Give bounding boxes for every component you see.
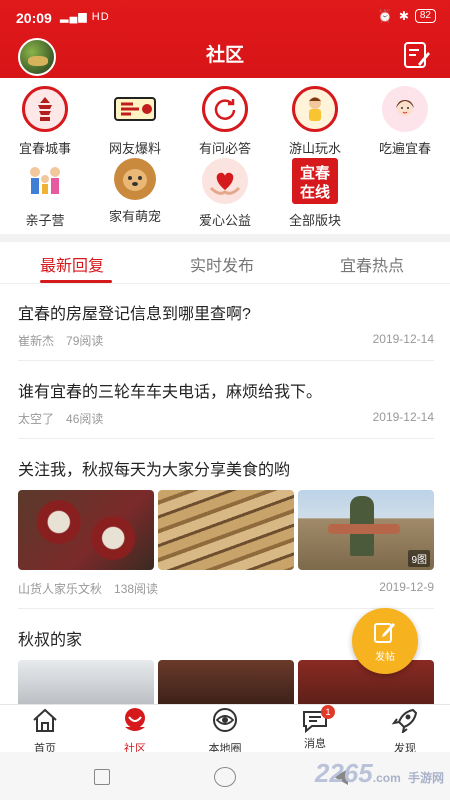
nav-messages[interactable]: 1 消息	[280, 705, 350, 751]
post-image[interactable]	[18, 660, 154, 708]
girl-icon	[382, 86, 428, 132]
home-icon	[33, 708, 57, 732]
pagoda-icon	[22, 86, 68, 132]
post-title: 关注我，秋叔每天为大家分享美食的哟	[18, 462, 291, 479]
divider	[18, 438, 434, 439]
post-item[interactable]: 宜春的房屋登记信息到哪里查啊? 崔新杰 79阅读 2019-12-14	[18, 300, 434, 348]
nav-home[interactable]: 首页	[10, 707, 80, 756]
post-date: 2019-12-9	[379, 580, 434, 594]
tab-yichun-hot[interactable]: 宜春热点	[340, 252, 404, 276]
alarm-icon: ⏰	[377, 9, 393, 23]
category-pets[interactable]: 家有萌宠	[90, 154, 180, 225]
post-images: 9图	[18, 490, 434, 570]
watermark-sub: 手游网	[407, 771, 444, 785]
watermark-suffix: .com	[372, 771, 401, 785]
category-label: 全部版块	[288, 213, 341, 228]
nav-community[interactable]: 社区	[100, 707, 170, 756]
category-grid: 宜春城事 网友爆料 有问必答 游山玩水 吃遍宜春 亲子营 家有萌宠 爱心公益 宜…	[0, 82, 450, 232]
community-screen: 20:09 ▂▄▆ HD ⏰ ✱ 82 社区 宜春城事 网友爆料 有问必答 游山…	[0, 0, 450, 800]
post-image[interactable]	[158, 490, 294, 570]
post-meta: 崔新杰 79阅读 2019-12-14	[18, 332, 434, 348]
bottom-nav: 首页 社区 本地圈 1 消息 发现	[0, 704, 450, 755]
category-charity[interactable]: 爱心公益	[180, 154, 270, 229]
nav-label: 消息	[304, 738, 326, 750]
post-image[interactable]: 9图	[298, 490, 434, 570]
category-label: 吃遍宜春	[378, 141, 431, 156]
post-image[interactable]	[158, 660, 294, 708]
watermark: 2265.com 手游网	[315, 758, 444, 789]
post-title: 宜春的房屋登记信息到哪里查啊?	[18, 306, 251, 323]
dog-icon	[114, 158, 156, 200]
category-label: 家有萌宠	[108, 209, 161, 224]
recent-apps-icon[interactable]	[94, 769, 110, 785]
nav-local-circle[interactable]: 本地圈	[190, 707, 260, 756]
post-date: 2019-12-14	[372, 332, 434, 346]
megaphone-icon	[112, 86, 158, 132]
post-item[interactable]: 关注我，秋叔每天为大家分享美食的哟 9图 山货人家乐文秋 138阅读 2019-1…	[18, 456, 434, 596]
family-icon	[22, 158, 68, 204]
category-label: 爱心公益	[198, 213, 251, 228]
tab-live-posts[interactable]: 实时发布	[190, 252, 254, 276]
battery-icon: 82	[414, 9, 436, 23]
tab-latest-replies[interactable]: 最新回复	[40, 252, 104, 276]
category-label: 亲子营	[25, 213, 65, 228]
divider	[18, 360, 434, 361]
post-date: 2019-12-14	[372, 410, 434, 424]
nav-discover[interactable]: 发现	[370, 707, 440, 756]
home-button-icon[interactable]	[214, 767, 236, 787]
divider	[18, 608, 434, 609]
post-views: 46阅读	[66, 412, 104, 426]
new-post-button[interactable]: 发帖	[352, 608, 418, 674]
community-icon	[125, 708, 145, 731]
status-time: 20:09	[16, 10, 52, 26]
post-views: 138阅读	[114, 582, 159, 596]
refresh-icon	[202, 86, 248, 132]
section-divider	[0, 234, 450, 242]
post-title: 谁有宜春的三轮车车夫电话，麻烦给我下。	[18, 384, 323, 401]
post-views: 79阅读	[66, 334, 104, 348]
edit-icon	[374, 623, 395, 643]
post-meta: 太空了 46阅读 2019-12-14	[18, 410, 434, 426]
page-title: 社区	[205, 45, 244, 66]
message-icon: 1	[301, 705, 335, 734]
app-header: 20:09 ▂▄▆ HD ⏰ ✱ 82 社区	[0, 0, 450, 78]
new-post-label: 发帖	[375, 652, 395, 663]
post-author: 崔新杰	[18, 334, 55, 348]
category-netizen-news[interactable]: 网友爆料	[90, 82, 180, 157]
tab-indicator	[40, 280, 112, 283]
message-badge: 1	[321, 705, 335, 719]
watermark-brand: 2265	[314, 758, 373, 788]
eye-icon	[213, 708, 237, 732]
traveler-icon	[292, 86, 338, 132]
post-author: 山货人家乐文秋	[18, 582, 103, 596]
yichun-online-logo-art: 宜春 在线	[300, 164, 330, 201]
status-right: ⏰ ✱ 82	[378, 9, 436, 23]
category-food[interactable]: 吃遍宜春	[360, 82, 450, 157]
post-image[interactable]	[18, 490, 154, 570]
signal-icon: ▂▄▆ HD	[60, 11, 110, 23]
post-item[interactable]: 谁有宜春的三轮车车夫电话，麻烦给我下。 太空了 46阅读 2019-12-14	[18, 378, 434, 426]
heart-hands-icon	[202, 158, 248, 204]
rocket-icon	[391, 708, 418, 735]
status-bar: 20:09 ▂▄▆ HD ⏰ ✱ 82	[0, 0, 450, 34]
status-hd: HD	[91, 11, 110, 23]
compose-icon[interactable]	[402, 40, 432, 70]
post-meta: 山货人家乐文秋 138阅读 2019-12-9	[18, 580, 434, 596]
yichun-online-logo: 宜春 在线	[292, 158, 338, 204]
category-all-boards[interactable]: 宜春 在线 全部版块	[270, 154, 360, 229]
system-navigation-bar: 2265.com 手游网	[0, 752, 450, 800]
image-count-badge: 9图	[408, 550, 430, 567]
svg-text:宜春: 宜春	[300, 164, 330, 182]
post-author: 太空了	[18, 412, 55, 426]
feed-tabs: 最新回复 实时发布 宜春热点	[0, 242, 450, 284]
category-qa[interactable]: 有问必答	[180, 82, 270, 157]
svg-text:在线: 在线	[300, 183, 330, 201]
category-yichun-city[interactable]: 宜春城事	[0, 82, 90, 157]
category-parenting[interactable]: 亲子营	[0, 154, 90, 229]
bluetooth-icon: ✱	[398, 9, 409, 23]
category-travel[interactable]: 游山玩水	[270, 82, 360, 157]
